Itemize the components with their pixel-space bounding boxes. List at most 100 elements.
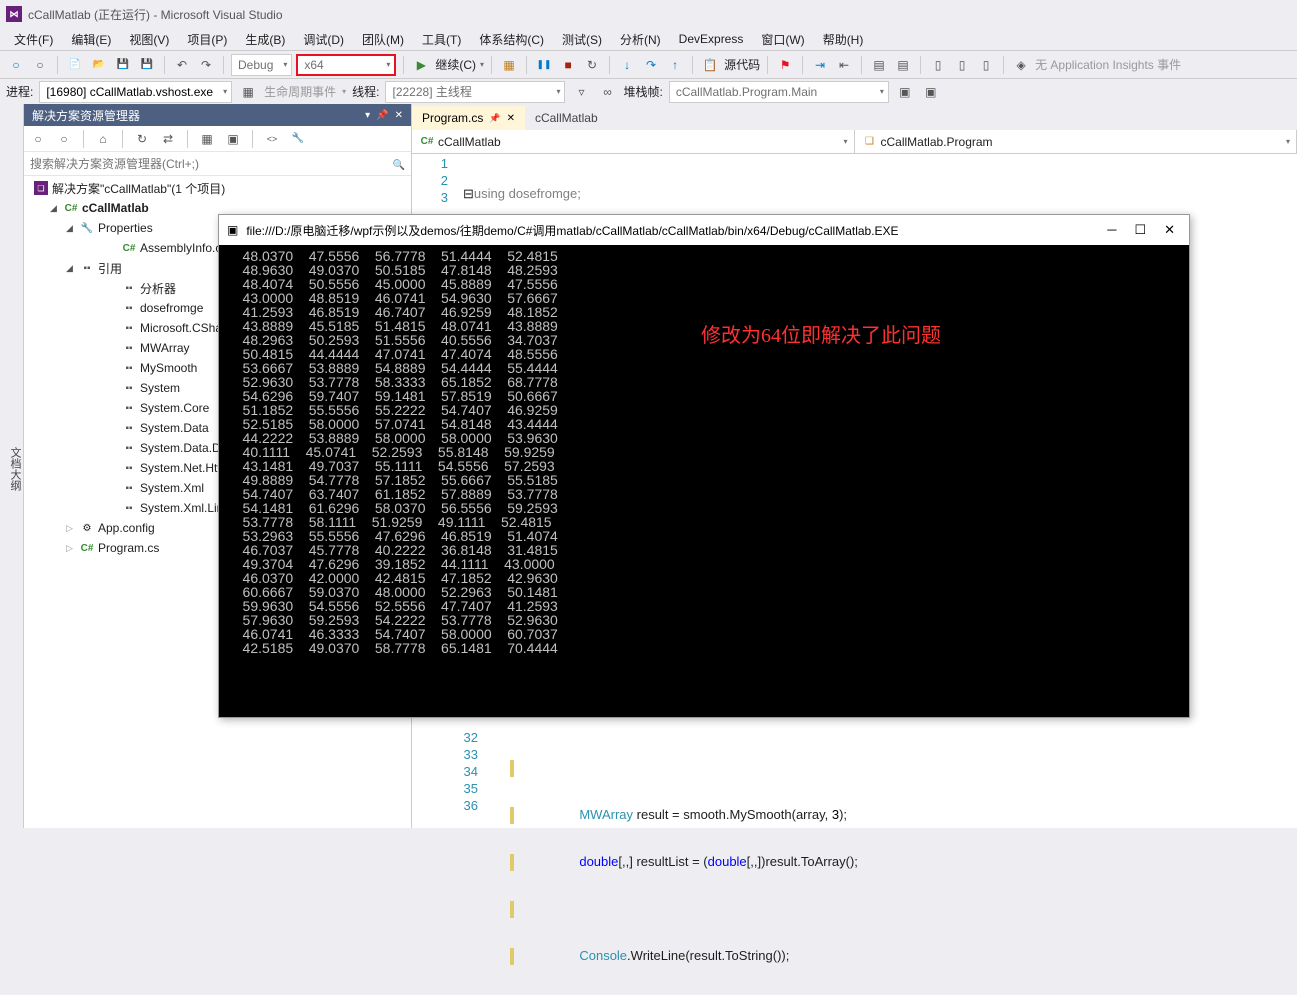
nav-fwd-icon[interactable] [30,55,50,75]
lifecycle-icon[interactable]: ▦ [238,82,258,102]
stack-action2-icon[interactable]: ▣ [921,82,941,102]
tab-programcs[interactable]: Program.cs📌✕ [412,106,525,130]
continue-button[interactable] [411,55,431,75]
thread-flag-icon[interactable]: ▿ [571,82,591,102]
close-icon[interactable]: ✕ [1164,222,1175,238]
thread-label: 线程: [352,83,379,100]
console-text: 48.0370 47.5556 56.7778 51.4444 52.4815 … [227,249,1181,655]
console-title-text: file:///D:/原电脑迁移/wpf示例以及demos/往期demo/C#调… [246,222,898,239]
home-icon[interactable] [93,129,113,149]
explorer-header: 解决方案资源管理器 ▾ 📌 ✕ [24,104,411,126]
process-label: 进程: [6,83,33,100]
save-all-icon[interactable] [137,55,157,75]
insights-icon[interactable]: ◈ [1011,55,1031,75]
indent-icon[interactable]: ⇥ [810,55,830,75]
close-icon[interactable]: ✕ [395,110,403,121]
pause-icon[interactable] [534,55,554,75]
menu-arch[interactable]: 体系结构(C) [471,29,552,50]
menu-view[interactable]: 视图(V) [121,29,177,50]
menu-window[interactable]: 窗口(W) [753,29,812,50]
redo-icon[interactable] [196,55,216,75]
main-toolbar: Debug x64 继续(C) ▾ ▦ ↷ ↑ 📋 源代码 ⇥ ⇤ ▤ ▤ ▯ … [0,50,1297,78]
side-tab-outline[interactable]: 文档大纲 [0,104,24,828]
thread-combo[interactable]: [22228] 主线程 [385,81,565,103]
bookmark-next-icon[interactable]: ▯ [952,55,972,75]
explorer-toolbar: ⇄ ▦ ▣ [24,126,411,152]
insights-label[interactable]: 无 Application Insights 事件 [1035,56,1181,73]
console-titlebar[interactable]: ▣ file:///D:/原电脑迁移/wpf示例以及demos/往期demo/C… [219,215,1189,245]
project-combo[interactable]: C#cCallMatlab [412,130,855,153]
uncomment-icon[interactable]: ▤ [893,55,913,75]
titlebar: ⋈ cCallMatlab (正在运行) - Microsoft Visual … [0,0,1297,28]
console-app-icon: ▣ [227,223,238,237]
menu-tools[interactable]: 工具(T) [414,29,469,50]
step-into-icon[interactable] [617,55,637,75]
refresh-icon[interactable] [132,129,152,149]
menu-edit[interactable]: 编辑(E) [63,29,119,50]
console-output[interactable]: 48.0370 47.5556 56.7778 51.4444 52.4815 … [219,245,1189,717]
pin-icon[interactable]: 📌 [376,110,388,121]
code-editor-bottom[interactable]: 32 33 34 35 36 MWArray result = smooth.M… [412,728,1297,828]
console-window[interactable]: ▣ file:///D:/原电脑迁移/wpf示例以及demos/往期demo/C… [218,214,1190,718]
open-file-icon[interactable] [89,55,109,75]
menu-debug[interactable]: 调试(D) [295,29,352,50]
explorer-title: 解决方案资源管理器 [32,107,140,124]
window-title: cCallMatlab (正在运行) - Microsoft Visual St… [28,6,283,23]
tree-solution[interactable]: ❏解决方案"cCallMatlab"(1 个项目) [24,178,411,198]
outdent-icon[interactable]: ⇤ [834,55,854,75]
stack-combo[interactable]: cCallMatlab.Program.Main [669,81,889,103]
bookmark-toggle-icon[interactable]: ▯ [928,55,948,75]
new-file-icon[interactable] [65,55,85,75]
search-icon[interactable] [393,157,405,171]
menubar: 文件(F) 编辑(E) 视图(V) 项目(P) 生成(B) 调试(D) 团队(M… [0,28,1297,50]
properties-icon[interactable] [288,129,308,149]
step-over-icon[interactable]: ↷ [641,55,661,75]
menu-devexpress[interactable]: DevExpress [671,30,752,48]
menu-file[interactable]: 文件(F) [6,29,61,50]
code-icon[interactable] [262,129,282,149]
comment-icon[interactable]: ▤ [869,55,889,75]
process-combo[interactable]: [16980] cCallMatlab.vshost.exe [39,81,232,103]
collapse-icon[interactable]: ▣ [223,129,243,149]
menu-help[interactable]: 帮助(H) [815,29,872,50]
vs-icon: ⋈ [6,6,22,22]
source-icon[interactable]: 📋 [700,55,720,75]
fwd-icon[interactable] [54,129,74,149]
menu-project[interactable]: 项目(P) [179,29,235,50]
debug-location-toolbar: 进程: [16980] cCallMatlab.vshost.exe ▦ 生命周… [0,78,1297,104]
editor-tabs: Program.cs📌✕ cCallMatlab [412,104,1297,130]
config-combo[interactable]: Debug [231,54,292,76]
bookmark-icon[interactable] [775,55,795,75]
source-label[interactable]: 源代码 [724,56,760,73]
save-icon[interactable] [113,55,133,75]
nav-back-icon[interactable] [6,55,26,75]
maximize-icon[interactable]: ☐ [1134,222,1146,238]
dropdown-icon[interactable]: ▾ [365,110,370,121]
continue-label[interactable]: 继续(C) [435,56,476,73]
tab-ccallmatlab[interactable]: cCallMatlab [525,106,608,130]
sync-icon[interactable]: ⇄ [158,129,178,149]
undo-icon[interactable] [172,55,192,75]
menu-test[interactable]: 测试(S) [554,29,610,50]
back-icon[interactable] [28,129,48,149]
platform-combo[interactable]: x64 [296,54,396,76]
menu-build[interactable]: 生成(B) [237,29,293,50]
stop-icon[interactable] [558,55,578,75]
showall-icon[interactable]: ▦ [197,129,217,149]
browser-icon[interactable]: ▦ [499,55,519,75]
thread-filter-icon[interactable]: ∞ [597,82,617,102]
pin-icon[interactable]: 📌 [489,113,500,124]
class-combo[interactable]: cCallMatlab.Program [855,130,1297,153]
nav-combos: C#cCallMatlab cCallMatlab.Program [412,130,1297,154]
explorer-search[interactable] [24,152,411,176]
close-icon[interactable]: ✕ [507,113,515,124]
restart-icon[interactable] [582,55,602,75]
menu-team[interactable]: 团队(M) [354,29,412,50]
search-input[interactable] [30,157,393,171]
menu-analyze[interactable]: 分析(N) [612,29,669,50]
stack-action-icon[interactable]: ▣ [895,82,915,102]
lifecycle-label[interactable]: 生命周期事件 [264,83,336,100]
step-out-icon[interactable]: ↑ [665,55,685,75]
minimize-icon[interactable]: ─ [1107,222,1116,238]
bookmark-prev-icon[interactable]: ▯ [976,55,996,75]
